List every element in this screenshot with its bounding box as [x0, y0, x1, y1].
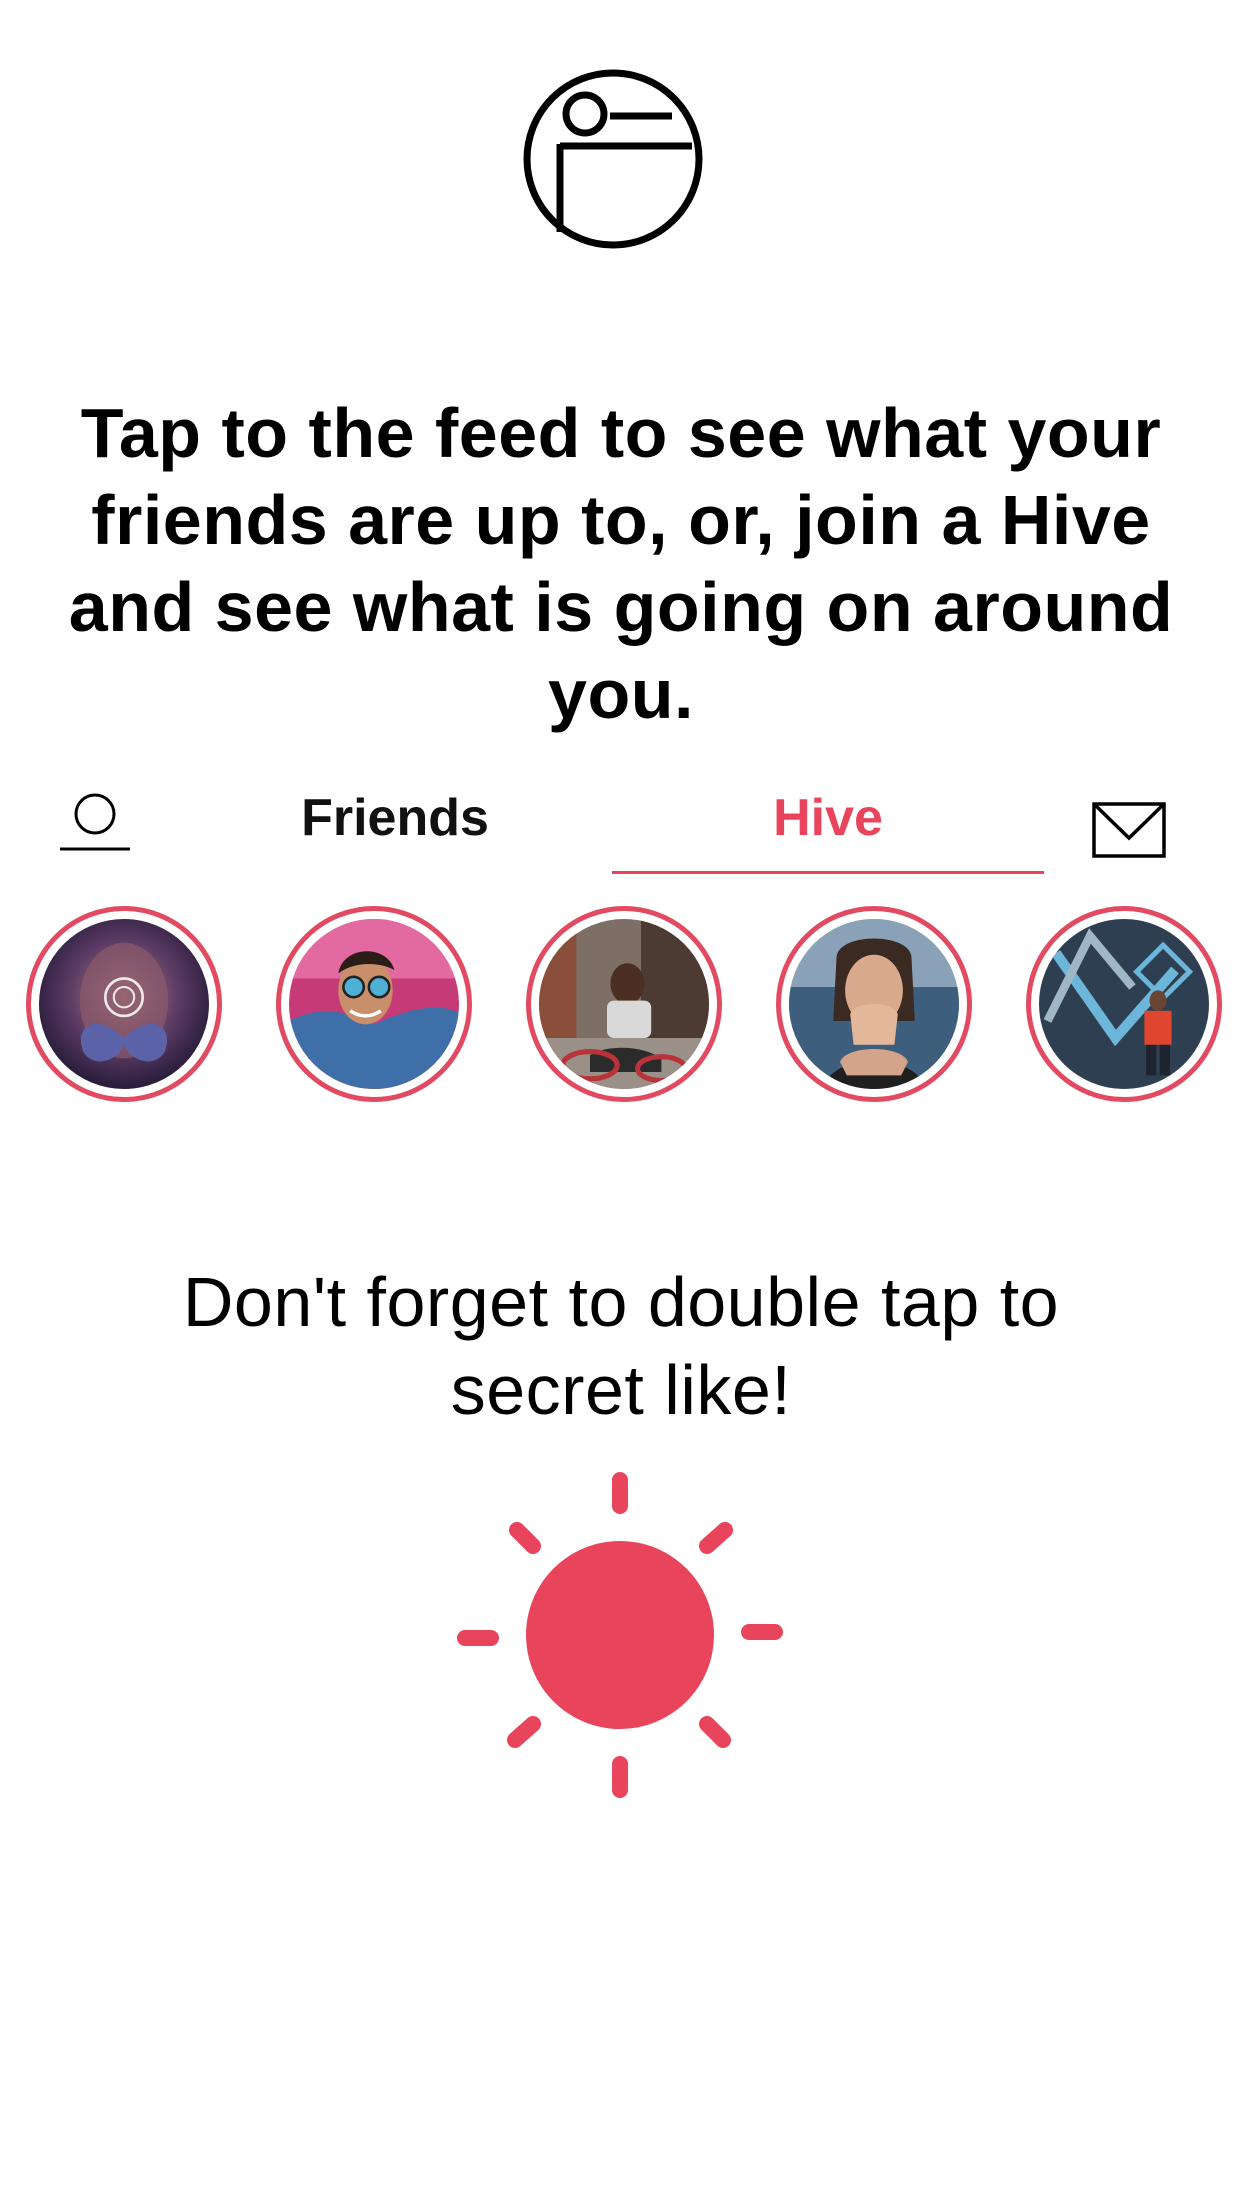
tab-friends[interactable]: Friends	[260, 788, 530, 860]
intro-text: Tap to the feed to see what your friends…	[68, 394, 1174, 733]
story-avatar-1[interactable]	[26, 906, 222, 1102]
tab-hive[interactable]: Hive	[612, 788, 1044, 874]
double-tap-tip: Don't forget to double tap to secret lik…	[182, 1263, 1060, 1429]
story-avatar-2[interactable]	[276, 906, 472, 1102]
app-logo-icon	[523, 69, 703, 249]
profile-icon[interactable]	[58, 792, 132, 852]
mail-icon[interactable]	[1092, 802, 1166, 858]
story-avatar-4[interactable]	[776, 906, 972, 1102]
hive-stories-row	[0, 906, 1242, 1116]
story-avatar-3[interactable]	[526, 906, 722, 1102]
feed-tabs: Friends Hive	[0, 770, 1242, 880]
story-avatar-5[interactable]	[1026, 906, 1222, 1102]
sun-icon	[457, 1472, 783, 1798]
